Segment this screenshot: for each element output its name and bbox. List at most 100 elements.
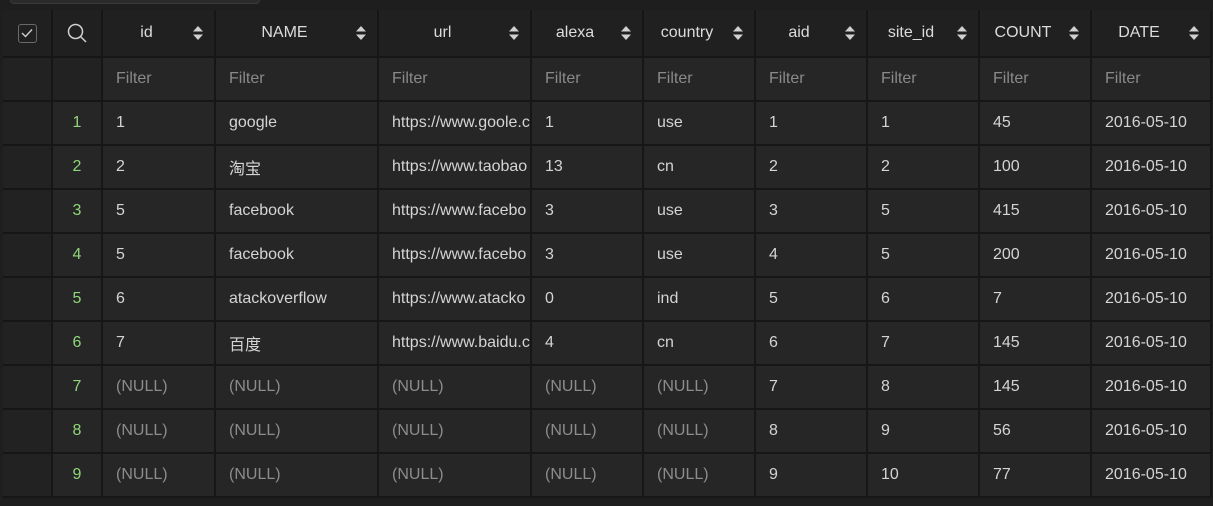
column-header-date[interactable]: DATE [1092,10,1212,58]
table-cell-count[interactable]: 415 [980,190,1092,234]
row-selector[interactable] [3,146,53,190]
table-cell-aid[interactable]: 3 [756,190,868,234]
table-cell-aid[interactable]: 7 [756,366,868,410]
filter-input-site-id[interactable]: Filter [868,58,980,102]
table-cell-aid[interactable]: 5 [756,278,868,322]
sort-updown-icon[interactable] [620,25,632,41]
table-cell-url[interactable]: (NULL) [379,454,532,498]
table-cell-aid[interactable]: 1 [756,102,868,146]
table-cell-count[interactable]: 7 [980,278,1092,322]
table-cell-name[interactable]: 淘宝 [216,146,379,190]
table-cell-aid[interactable]: 4 [756,234,868,278]
table-cell-name[interactable]: facebook [216,190,379,234]
row-selector[interactable] [3,190,53,234]
table-cell-alexa[interactable]: (NULL) [532,410,644,454]
table-cell-url[interactable]: https://www.taobao [379,146,532,190]
table-cell-site-id[interactable]: 7 [868,322,980,366]
table-cell-id[interactable]: (NULL) [103,410,216,454]
table-cell-count[interactable]: 200 [980,234,1092,278]
sort-updown-icon[interactable] [956,25,968,41]
filter-input-name[interactable]: Filter [216,58,379,102]
column-header-url[interactable]: url [379,10,532,58]
table-cell-url[interactable]: (NULL) [379,366,532,410]
column-header-site-id[interactable]: site_id [868,10,980,58]
table-cell-date[interactable]: 2016-05-10 [1092,102,1212,146]
table-cell-country[interactable]: ind [644,278,756,322]
table-cell-site-id[interactable]: 6 [868,278,980,322]
sort-updown-icon[interactable] [1188,25,1200,41]
filter-input-count[interactable]: Filter [980,58,1092,102]
sort-updown-icon[interactable] [355,25,367,41]
table-cell-alexa[interactable]: (NULL) [532,366,644,410]
table-cell-id[interactable]: 2 [103,146,216,190]
table-cell-alexa[interactable]: 3 [532,234,644,278]
table-cell-id[interactable]: 7 [103,322,216,366]
table-cell-country[interactable]: (NULL) [644,366,756,410]
table-cell-id[interactable]: 5 [103,190,216,234]
row-selector[interactable] [3,234,53,278]
search-cell[interactable] [53,10,103,58]
table-cell-site-id[interactable]: 8 [868,366,980,410]
table-cell-url[interactable]: (NULL) [379,410,532,454]
sort-updown-icon[interactable] [192,25,204,41]
table-cell-date[interactable]: 2016-05-10 [1092,410,1212,454]
row-selector[interactable] [3,322,53,366]
table-cell-site-id[interactable]: 2 [868,146,980,190]
table-cell-country[interactable]: cn [644,322,756,366]
sort-updown-icon[interactable] [844,25,856,41]
table-cell-site-id[interactable]: 1 [868,102,980,146]
table-cell-alexa[interactable]: 4 [532,322,644,366]
table-cell-name[interactable]: google [216,102,379,146]
table-cell-date[interactable]: 2016-05-10 [1092,234,1212,278]
table-cell-site-id[interactable]: 10 [868,454,980,498]
row-selector[interactable] [3,366,53,410]
table-cell-count[interactable]: 45 [980,102,1092,146]
filter-input-id[interactable]: Filter [103,58,216,102]
table-cell-date[interactable]: 2016-05-10 [1092,278,1212,322]
filter-input-date[interactable]: Filter [1092,58,1212,102]
sort-updown-icon[interactable] [508,25,520,41]
row-selector[interactable] [3,102,53,146]
table-cell-id[interactable]: 1 [103,102,216,146]
filter-input-url[interactable]: Filter [379,58,532,102]
table-cell-count[interactable]: 145 [980,322,1092,366]
table-cell-count[interactable]: 145 [980,366,1092,410]
row-selector[interactable] [3,278,53,322]
table-cell-alexa[interactable]: 13 [532,146,644,190]
sort-updown-icon[interactable] [1068,25,1080,41]
table-cell-site-id[interactable]: 5 [868,234,980,278]
table-cell-alexa[interactable]: 0 [532,278,644,322]
table-cell-name[interactable]: (NULL) [216,410,379,454]
sort-updown-icon[interactable] [732,25,744,41]
table-cell-date[interactable]: 2016-05-10 [1092,454,1212,498]
table-cell-id[interactable]: 5 [103,234,216,278]
filter-input-alexa[interactable]: Filter [532,58,644,102]
column-header-id[interactable]: id [103,10,216,58]
table-cell-name[interactable]: facebook [216,234,379,278]
table-cell-name[interactable]: 百度 [216,322,379,366]
table-cell-url[interactable]: https://www.atacko [379,278,532,322]
table-cell-site-id[interactable]: 9 [868,410,980,454]
table-cell-name[interactable]: (NULL) [216,366,379,410]
table-cell-name[interactable]: atackoverflow [216,278,379,322]
table-cell-alexa[interactable]: (NULL) [532,454,644,498]
table-cell-date[interactable]: 2016-05-10 [1092,366,1212,410]
table-cell-date[interactable]: 2016-05-10 [1092,146,1212,190]
select-all-checkbox[interactable] [17,23,37,43]
table-cell-count[interactable]: 100 [980,146,1092,190]
table-cell-id[interactable]: 6 [103,278,216,322]
filter-input-country[interactable]: Filter [644,58,756,102]
table-cell-alexa[interactable]: 3 [532,190,644,234]
table-cell-id[interactable]: (NULL) [103,454,216,498]
column-header-name[interactable]: NAME [216,10,379,58]
table-cell-url[interactable]: https://www.facebo [379,234,532,278]
table-cell-name[interactable]: (NULL) [216,454,379,498]
table-cell-date[interactable]: 2016-05-10 [1092,190,1212,234]
table-cell-count[interactable]: 56 [980,410,1092,454]
table-cell-aid[interactable]: 6 [756,322,868,366]
table-cell-aid[interactable]: 9 [756,454,868,498]
row-selector[interactable] [3,410,53,454]
table-cell-url[interactable]: https://www.facebo [379,190,532,234]
table-cell-country[interactable]: use [644,234,756,278]
table-cell-country[interactable]: cn [644,146,756,190]
